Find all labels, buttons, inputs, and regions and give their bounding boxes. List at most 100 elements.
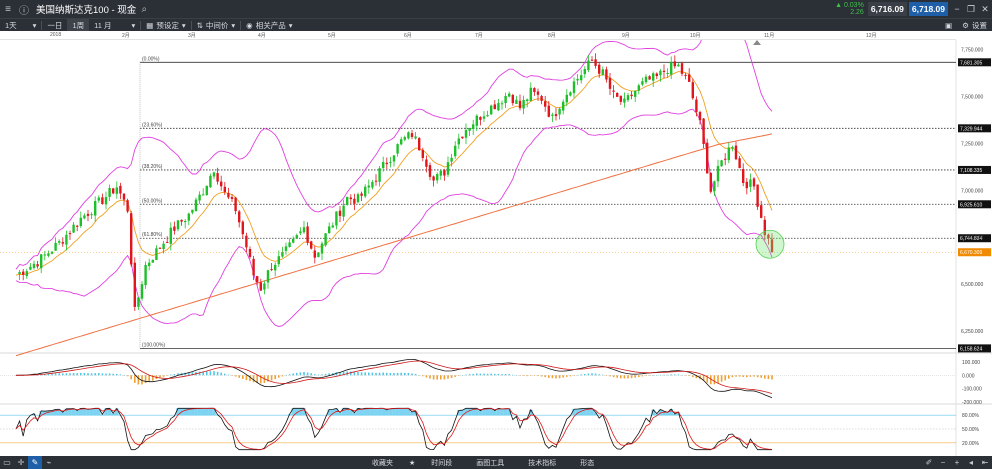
candle-body	[644, 76, 648, 83]
candle-body	[83, 215, 86, 219]
favorites-tab[interactable]: 收藏夹	[360, 458, 405, 468]
stochastic-overbought-fill	[392, 408, 396, 416]
crosshair-icon[interactable]: ✛	[14, 456, 28, 469]
macd-histogram-bar	[537, 375, 539, 377]
candle-body	[752, 178, 756, 187]
candle-body	[734, 145, 738, 160]
candle-body	[223, 186, 226, 193]
candle-body	[515, 99, 518, 105]
close-icon[interactable]: ✕	[978, 4, 992, 15]
stochastic-overbought-fill	[208, 408, 213, 416]
reset-view-icon[interactable]: ⇤	[978, 456, 992, 469]
candle-body	[173, 226, 176, 231]
drawing-tools-tab[interactable]: 画图工具	[464, 458, 516, 468]
candle-body	[738, 158, 741, 169]
preset-dropdown[interactable]: ▦ 预设定 ▾	[141, 19, 190, 32]
interval-dropdown[interactable]: 1天 ▾	[0, 19, 41, 32]
macd-histogram-bar	[735, 375, 737, 377]
macd-histogram-bar	[724, 375, 726, 381]
price-chart[interactable]: (0.00%) (23.60%) (38.20%) (50.00%) (61.80%) (…	[0, 40, 992, 456]
preset-icon: ▦	[146, 20, 154, 30]
candle-body	[475, 115, 478, 126]
candle-body	[72, 224, 75, 233]
macd-histogram-bar	[310, 373, 312, 376]
macd-histogram-bar	[238, 375, 240, 378]
candle-body	[112, 188, 115, 194]
patterns-tab[interactable]: 形态	[568, 458, 606, 468]
search-icon[interactable]: ⌕	[136, 0, 152, 18]
related-products-dropdown[interactable]: ◉ 相关产品 ▾	[241, 19, 297, 32]
macd-histogram-bar	[497, 373, 500, 376]
candle-body	[68, 233, 72, 235]
candle-body	[382, 162, 385, 168]
indicators-tab[interactable]: 技术指标	[516, 458, 568, 468]
minimize-icon[interactable]: −	[950, 4, 964, 14]
macd-histogram-bar	[461, 375, 464, 376]
macd-histogram-bar	[368, 372, 370, 376]
macd-line	[15, 359, 773, 399]
stochastic-overbought-fill	[493, 410, 497, 416]
range-1w-button[interactable]: 1周	[67, 18, 90, 32]
macd-histogram-bar	[134, 375, 136, 383]
candle-body	[346, 196, 349, 205]
candle-body	[101, 197, 104, 204]
macd-histogram-bar	[396, 372, 399, 376]
macd-histogram-bar	[350, 371, 352, 376]
macd-histogram-bar	[87, 373, 89, 376]
macd-histogram-bar	[616, 375, 618, 378]
macd-histogram-bar	[220, 372, 222, 376]
current-price-label: 6,670.309	[960, 250, 982, 256]
range-1d-button[interactable]: 一日	[42, 19, 67, 32]
time-axis: 2018 2月 3月 4月 5月 6月 7月 8月 9月 10月 11月 12月	[0, 31, 956, 40]
macd-tick-label: -100.000	[962, 387, 982, 393]
candle-body	[76, 225, 79, 227]
brush-icon[interactable]: ✐	[922, 456, 936, 469]
candle-body	[637, 85, 640, 91]
pencil-icon[interactable]: ✎	[28, 456, 42, 469]
stochastic-overbought-fill	[291, 408, 295, 416]
macd-histogram-bar	[198, 371, 201, 376]
menu-icon[interactable]: ≡	[0, 0, 16, 18]
zoom-in-icon[interactable]: +	[950, 456, 964, 469]
candle-body	[90, 214, 93, 216]
star-icon[interactable]: ★	[405, 459, 419, 467]
macd-histogram-bar	[573, 375, 575, 376]
fib-price-label: 7,108.335	[960, 168, 982, 174]
fib-level-label: (0.00%)	[142, 56, 160, 62]
candle-body	[158, 247, 162, 249]
buy-price-button[interactable]: 6,718.09	[908, 2, 948, 16]
magnet-icon[interactable]: ⌁	[42, 456, 56, 469]
price-tick-label: 6,750.000	[961, 235, 983, 241]
change-value: 2.26	[850, 9, 864, 16]
info-icon[interactable]: ⓘ	[16, 0, 32, 18]
candle-body	[299, 231, 302, 234]
macd-histogram-bar	[216, 371, 219, 376]
candle-body	[162, 243, 165, 250]
macd-histogram-bar	[242, 375, 244, 379]
candle-body	[673, 61, 676, 67]
stochastic-overbought-fill	[75, 410, 79, 416]
macd-histogram-bar	[321, 374, 323, 376]
macd-histogram-bar	[105, 373, 107, 376]
macd-histogram-bar	[422, 375, 424, 377]
camera-icon[interactable]: ▣	[940, 19, 957, 32]
candle-body	[281, 252, 284, 257]
macd-histogram-bar	[292, 373, 294, 376]
scroll-left-icon[interactable]: ◂	[964, 456, 978, 469]
range-month-dropdown[interactable]: 11 月 ▾	[89, 19, 140, 32]
timeline-tab[interactable]: 时间段	[419, 458, 464, 468]
time-label: 11月	[764, 33, 775, 39]
restore-icon[interactable]: ❐	[964, 4, 978, 15]
candle-body	[490, 105, 493, 115]
settings-button[interactable]: ⚙ 设置	[957, 19, 992, 32]
candle-body	[670, 62, 673, 75]
sell-price-button[interactable]: 6,716.09	[867, 2, 907, 16]
macd-histogram-bar	[627, 375, 629, 379]
macd-histogram-bar	[530, 375, 532, 376]
midprice-dropdown[interactable]: ⇅ 中间价 ▾	[192, 19, 241, 32]
toggle-panel-icon[interactable]: ▭	[0, 456, 14, 469]
zoom-out-icon[interactable]: −	[936, 456, 950, 469]
candle-body	[241, 221, 244, 235]
candle-body	[598, 64, 601, 74]
candle-body	[133, 262, 136, 307]
